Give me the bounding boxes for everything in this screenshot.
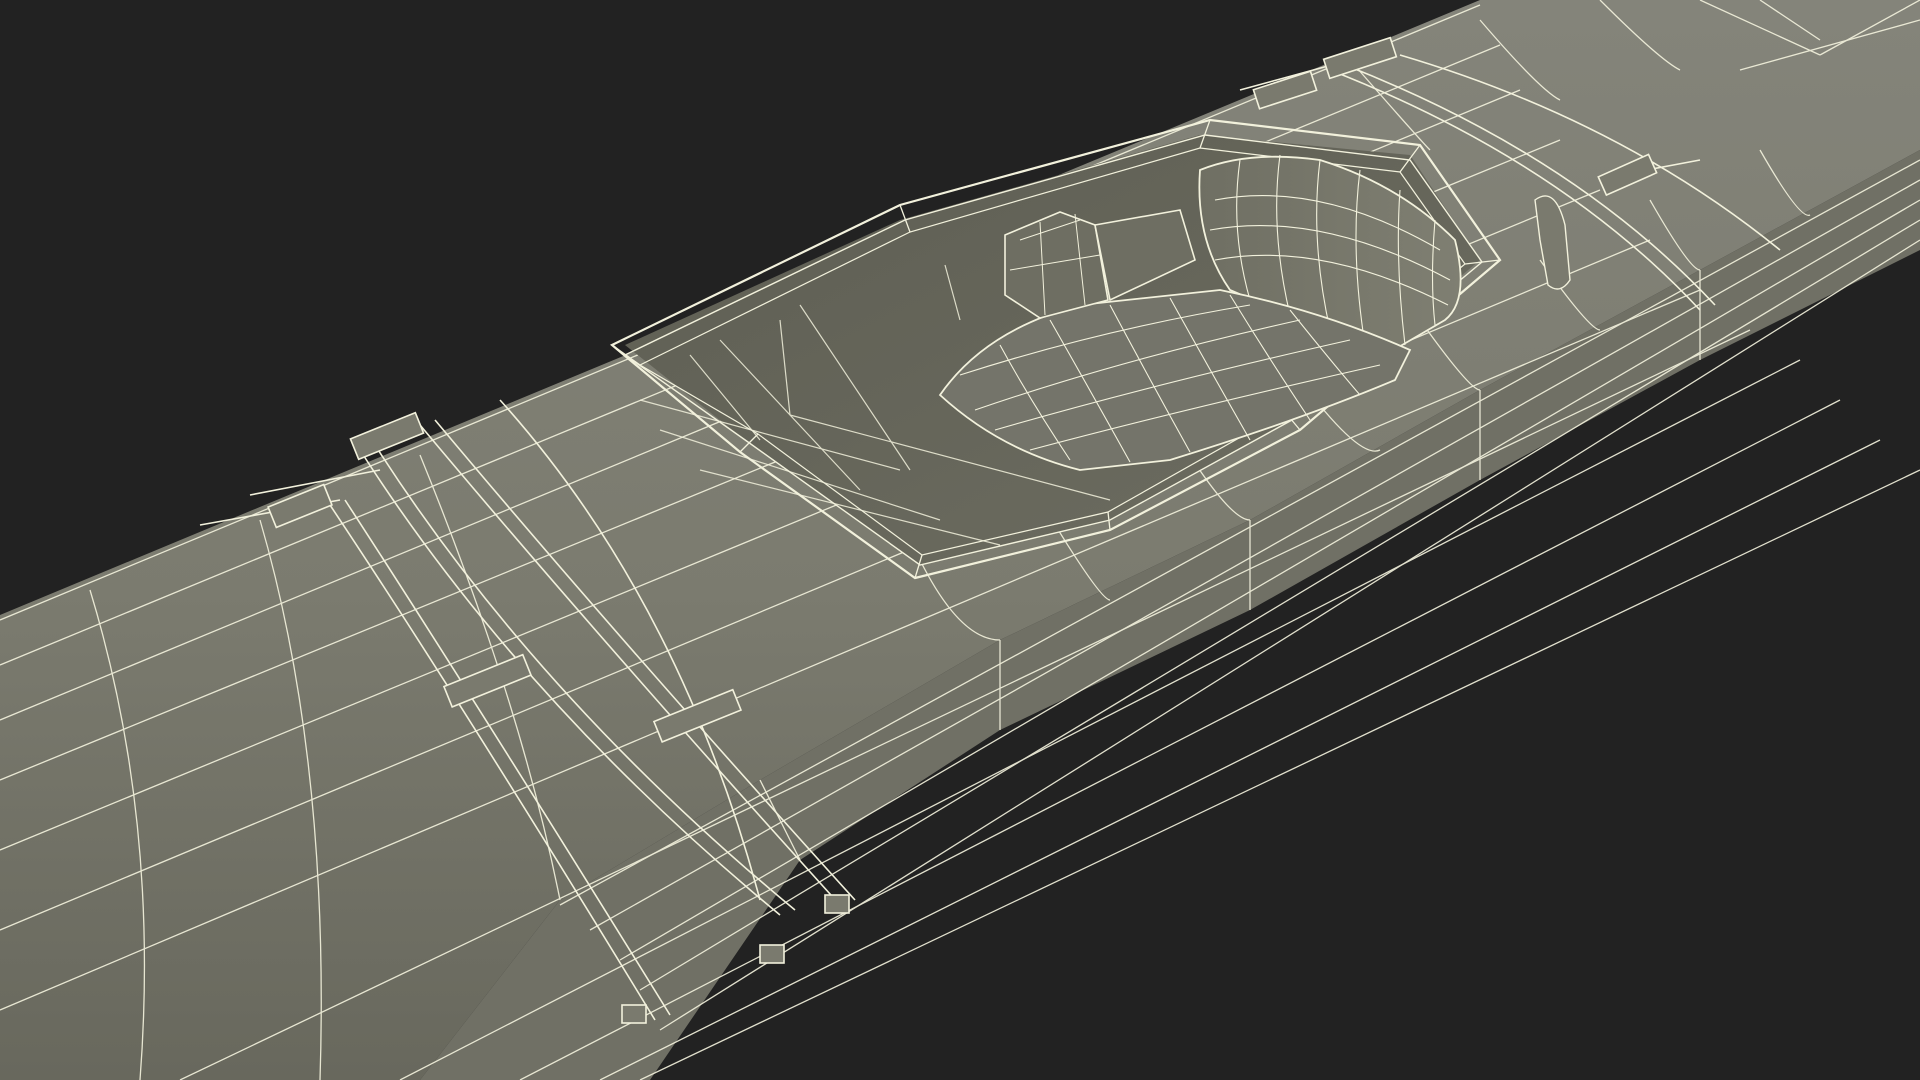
render-viewport [0,0,1920,1080]
kayak-render [0,0,1920,1080]
